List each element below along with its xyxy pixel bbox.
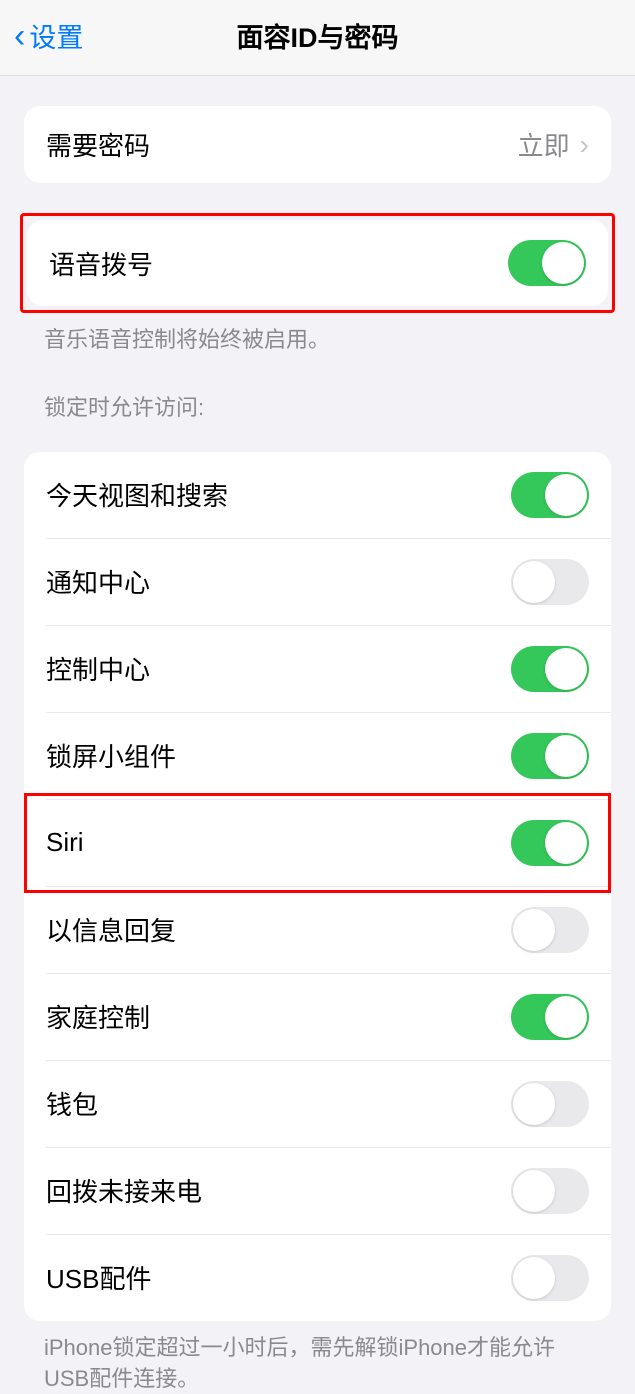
lock-access-header: 锁定时允许访问: (44, 390, 635, 422)
lock-access-label: 钱包 (46, 1085, 98, 1122)
usb-footer: iPhone锁定超过一小时后，需先解锁iPhone才能允许USB配件连接。 (44, 1333, 591, 1394)
toggle-knob (545, 474, 587, 516)
back-label: 设置 (29, 16, 83, 55)
require-passcode-label: 需要密码 (46, 126, 150, 163)
chevron-left-icon: ‹ (14, 19, 25, 53)
toggle-knob (513, 1170, 555, 1212)
header-bar: ‹ 设置 面容ID与密码 (0, 0, 635, 76)
lock-access-label: 回拨未接来电 (46, 1172, 202, 1209)
lock-access-toggle[interactable] (511, 1255, 589, 1301)
lock-access-row: 通知中心 (46, 538, 611, 625)
toggle-knob (545, 996, 587, 1038)
lock-access-row: 控制中心 (46, 625, 611, 712)
lock-access-row: 锁屏小组件 (46, 712, 611, 799)
lock-access-label: 控制中心 (46, 650, 150, 687)
lock-access-row: USB配件 (46, 1234, 611, 1321)
lock-access-toggle[interactable] (511, 1081, 589, 1127)
lock-access-toggle[interactable] (511, 472, 589, 518)
require-passcode-group: 需要密码 立即 › (24, 106, 611, 183)
lock-access-toggle[interactable] (511, 907, 589, 953)
lock-access-toggle[interactable] (511, 646, 589, 692)
toggle-knob (513, 561, 555, 603)
voice-dial-row: 语音拨号 (27, 220, 608, 306)
lock-access-toggle[interactable] (511, 994, 589, 1040)
toggle-knob (513, 909, 555, 951)
toggle-knob (513, 1083, 555, 1125)
lock-access-label: 今天视图和搜索 (46, 476, 228, 513)
lock-access-row: 钱包 (46, 1060, 611, 1147)
lock-access-label: 通知中心 (46, 563, 150, 600)
toggle-knob (542, 242, 584, 284)
toggle-knob (545, 735, 587, 777)
lock-access-toggle[interactable] (511, 1168, 589, 1214)
voice-dial-group: 语音拨号 (27, 220, 608, 306)
lock-access-row: 今天视图和搜索 (24, 452, 611, 538)
lock-access-row: 家庭控制 (46, 973, 611, 1060)
lock-access-toggle[interactable] (511, 559, 589, 605)
lock-access-label: 以信息回复 (46, 911, 176, 948)
lock-access-group: 今天视图和搜索通知中心控制中心锁屏小组件 Siri 以信息回复家庭控制钱包回拨未接来… (24, 452, 611, 1321)
require-passcode-value: 立即 › (518, 126, 589, 163)
lock-access-label: Siri (46, 827, 84, 858)
toggle-knob (513, 1257, 555, 1299)
lock-access-toggle[interactable] (511, 820, 589, 866)
voice-dial-footer: 音乐语音控制将始终被启用。 (44, 325, 591, 356)
chevron-right-icon: › (580, 129, 589, 161)
lock-access-row: 以信息回复 (46, 886, 611, 973)
toggle-knob (545, 648, 587, 690)
lock-access-label: 家庭控制 (46, 998, 150, 1035)
require-passcode-row[interactable]: 需要密码 立即 › (24, 106, 611, 183)
voice-dial-toggle[interactable] (508, 240, 586, 286)
lock-access-row: 回拨未接来电 (46, 1147, 611, 1234)
back-button[interactable]: ‹ 设置 (14, 16, 83, 55)
page-title: 面容ID与密码 (0, 16, 635, 55)
toggle-knob (545, 822, 587, 864)
lock-access-label: 锁屏小组件 (46, 737, 176, 774)
lock-access-row: Siri (46, 799, 611, 886)
voice-dial-label: 语音拨号 (49, 245, 153, 282)
lock-access-toggle[interactable] (511, 733, 589, 779)
voice-dial-highlight: 语音拨号 (20, 213, 615, 313)
lock-access-label: USB配件 (46, 1259, 151, 1296)
